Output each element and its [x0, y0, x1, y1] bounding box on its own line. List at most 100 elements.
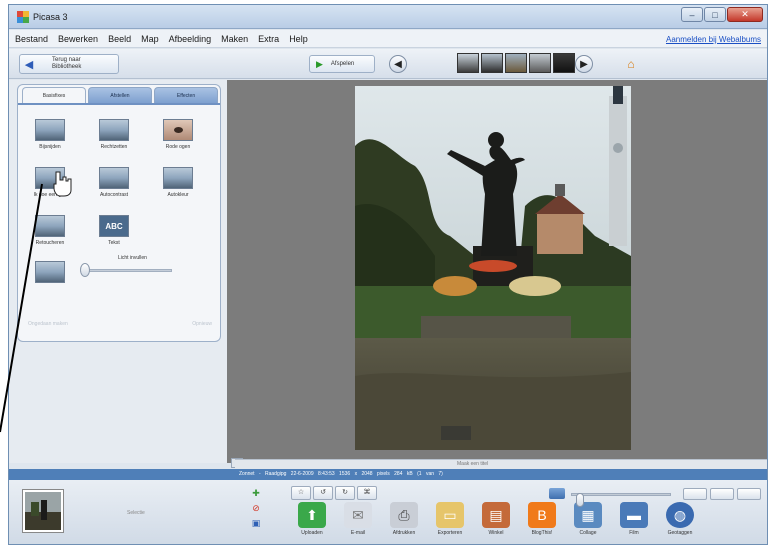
rotate-right-button[interactable]: ↻	[335, 486, 355, 500]
retouch-button[interactable]: Retoucheren	[28, 215, 72, 246]
filmstrip	[457, 53, 575, 73]
close-icon: ✕	[741, 9, 749, 19]
edit-tabs: Basisfixes Afstellen Effecten	[22, 87, 218, 103]
thumbnail-image	[25, 492, 61, 530]
tool-label: Ik doe een gok	[33, 192, 67, 198]
shop-button[interactable]: ▤ Winkel	[477, 502, 515, 536]
filmstrip-thumb[interactable]	[553, 53, 575, 73]
menu-bestand[interactable]: Bestand	[15, 34, 48, 44]
menu-extra[interactable]: Extra	[258, 34, 279, 44]
undo-button[interactable]: Ongedaan maken	[28, 321, 68, 327]
print-icon: ⎙	[390, 502, 418, 528]
next-photo-button[interactable]: ▶	[575, 55, 593, 73]
blogthis-button[interactable]: B BlogThis!	[523, 502, 561, 536]
action-label: Exporteren	[437, 530, 463, 536]
action-label: E-mail	[350, 530, 366, 536]
tab-basisfixes[interactable]: Basisfixes	[22, 87, 86, 103]
star-button[interactable]: ☆	[291, 486, 311, 500]
view-button-2[interactable]	[710, 488, 734, 500]
tool-label: Bijsnijden	[39, 144, 61, 150]
edit-panel-area: Basisfixes Afstellen Effecten Bijsnijden…	[9, 80, 227, 463]
picasa-window: Picasa 3 – □ ✕ Bestand Bewerken Beeld Ma…	[8, 4, 768, 545]
view-buttons	[683, 488, 761, 500]
menu-map[interactable]: Map	[141, 34, 159, 44]
filmstrip-thumb[interactable]	[529, 53, 551, 73]
action-label: BlogThis!	[531, 530, 553, 536]
filmstrip-thumb[interactable]	[457, 53, 479, 73]
earth-icon: ◍	[666, 502, 694, 528]
play-label: Afspelen	[330, 61, 355, 67]
feeling-lucky-icon	[35, 167, 65, 189]
redeye-icon	[163, 119, 193, 141]
redeye-button[interactable]: Rode ogen	[156, 119, 200, 150]
previous-photo-button[interactable]: ◀	[389, 55, 407, 73]
crop-button[interactable]: Bijsnijden	[28, 119, 72, 150]
selected-photo-thumbnail[interactable]	[23, 490, 63, 532]
fill-light-icon	[35, 261, 65, 283]
play-icon: ▶	[316, 58, 323, 69]
share-icon: ⌂	[627, 57, 635, 71]
tag-button[interactable]: ⌘	[357, 486, 377, 500]
menu-help[interactable]: Help	[289, 34, 308, 44]
straighten-button[interactable]: Rechtzetten	[92, 119, 136, 150]
back-to-library-button[interactable]: ◀ Terug naar Bibliotheek	[19, 54, 119, 74]
arrow-left-icon: ◀	[24, 58, 34, 71]
status-bar: Zonnet - Raadgipg 22-6-2009 8:43:53 1536…	[9, 469, 767, 480]
upload-button[interactable]: ⬆ Uploaden	[293, 502, 331, 536]
clear-tray-icon[interactable]: ⊘	[252, 503, 260, 514]
text-button[interactable]: ABC Tekst	[92, 215, 136, 246]
fill-light-slider-handle[interactable]	[80, 263, 90, 277]
tray-actions: ⬆ Uploaden ✉ E-mail ⎙ Afdrukken ▭ Export…	[293, 502, 699, 536]
sign-in-webalbums-link[interactable]: Aanmelden bij Webalbums	[666, 35, 761, 44]
caption-bar[interactable]: Maak een titel	[235, 459, 767, 469]
autocolor-icon	[163, 167, 193, 189]
menu-bar: Bestand Bewerken Beeld Map Afbeelding Ma…	[9, 30, 767, 48]
upload-icon: ⬆	[298, 502, 326, 528]
filmstrip-thumb[interactable]	[481, 53, 503, 73]
tab-effecten[interactable]: Effecten	[154, 87, 218, 103]
zoom-controls	[549, 488, 761, 507]
tool-label: Tekst	[108, 240, 120, 246]
back-to-library-label: Terug naar Bibliotheek	[52, 57, 82, 70]
view-button-1[interactable]	[683, 488, 707, 500]
menu-maken[interactable]: Maken	[221, 34, 248, 44]
hold-pin-icon[interactable]: ✚	[252, 488, 260, 499]
zoom-slider-handle[interactable]	[576, 493, 584, 507]
email-button[interactable]: ✉ E-mail	[339, 502, 377, 536]
edited-photo[interactable]	[355, 86, 631, 450]
action-label: Uploaden	[301, 530, 323, 536]
geotag-button[interactable]: ◍ Geotaggen	[661, 502, 699, 536]
filmstrip-thumb[interactable]	[505, 53, 527, 73]
collage-button[interactable]: ▦ Collage	[569, 502, 607, 536]
retouch-icon	[35, 215, 65, 237]
minimize-button[interactable]: –	[681, 7, 703, 22]
view-button-3[interactable]	[737, 488, 761, 500]
autocolor-button[interactable]: Autokleur	[156, 167, 200, 198]
add-to-album-icon[interactable]: ▣	[252, 518, 261, 529]
movie-button[interactable]: ▬ Film	[615, 502, 653, 536]
menu-afbeelding[interactable]: Afbeelding	[169, 34, 212, 44]
fill-light-label: Licht invullen	[118, 255, 147, 261]
maximize-button[interactable]: □	[704, 7, 726, 22]
arrow-left-icon: ◀	[394, 58, 402, 70]
rotate-right-icon: ↻	[342, 489, 348, 496]
menu-beeld[interactable]: Beeld	[108, 34, 131, 44]
export-button[interactable]: ▭ Exporteren	[431, 502, 469, 536]
tool-label: Autocontrast	[99, 192, 129, 198]
window-title: Picasa 3	[33, 12, 68, 22]
share-button[interactable]: ⌂	[621, 55, 641, 73]
play-slideshow-button[interactable]: ▶ Afspelen	[309, 55, 375, 73]
redo-button[interactable]: Opnieuw	[192, 321, 212, 327]
rotate-left-button[interactable]: ↺	[313, 486, 333, 500]
autocontrast-icon	[99, 167, 129, 189]
fill-light-slider[interactable]	[82, 269, 172, 272]
zoom-slider[interactable]	[571, 493, 671, 507]
autocontrast-button[interactable]: Autocontrast	[92, 167, 136, 198]
feeling-lucky-button[interactable]: Ik doe een gok	[28, 167, 72, 198]
tab-afstellen[interactable]: Afstellen	[88, 87, 152, 103]
print-button[interactable]: ⎙ Afdrukken	[385, 502, 423, 536]
close-button[interactable]: ✕	[727, 7, 763, 22]
menu-bewerken[interactable]: Bewerken	[58, 34, 98, 44]
tray-mini-toolbar: ☆ ↺ ↻ ⌘	[291, 486, 377, 500]
tray-side-controls: ✚ ⊘ ▣	[247, 488, 265, 529]
